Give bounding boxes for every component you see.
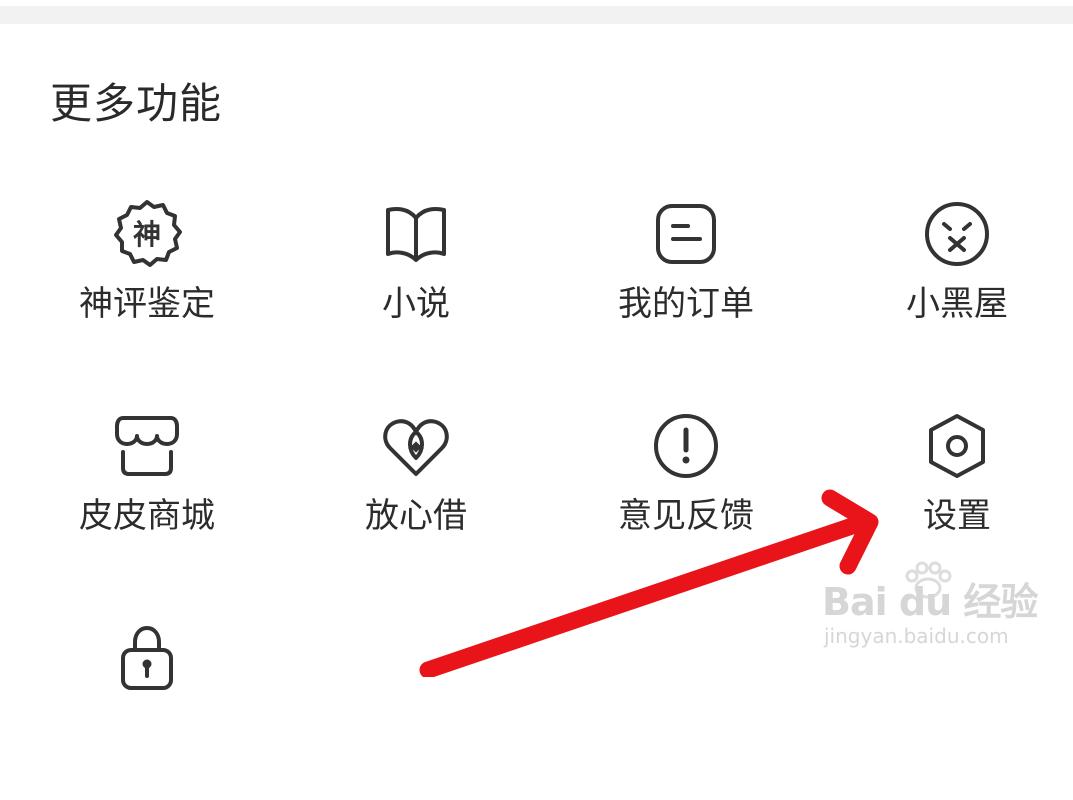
feature-tile-loan[interactable]: 放心借 [316,408,516,588]
loan-hearts-icon [378,408,454,484]
god-comment-badge-icon: 神 [109,196,185,272]
feature-tile-blackroom[interactable]: 小黑屋 [857,196,1057,376]
settings-hexagon-icon [919,408,995,484]
order-icon [648,196,724,272]
feature-label: 小黑屋 [906,284,1008,324]
feature-tile-store[interactable]: 皮皮商城 [47,408,247,588]
muted-face-icon [919,196,995,272]
feature-tile-novel[interactable]: 小说 [316,196,516,376]
lock-icon [109,620,185,696]
feature-label: 放心借 [365,496,467,536]
feature-label: 设置 [923,496,991,536]
feature-label: 皮皮商城 [79,496,215,536]
feature-tile-settings[interactable]: 设置 [857,408,1057,588]
feature-label: 小说 [382,284,450,324]
feature-label: 意见反馈 [618,496,754,536]
feature-tile-god-comment[interactable]: 神 神评鉴定 [47,196,247,376]
feature-label: 神评鉴定 [79,284,215,324]
badge-glyph: 神 [133,218,161,251]
feature-tile-my-orders[interactable]: 我的订单 [586,196,786,376]
feature-label: 我的订单 [618,284,754,324]
feature-tile-feedback[interactable]: 意见反馈 [586,408,786,588]
feature-tile-lock[interactable] [47,620,247,800]
feature-grid: 神 神评鉴定 小说 我的订单 小黑屋 皮皮商城 放心借 意见反馈 设置 [0,0,1073,690]
book-icon [378,196,454,272]
exclamation-icon [648,408,724,484]
store-icon [109,408,185,484]
